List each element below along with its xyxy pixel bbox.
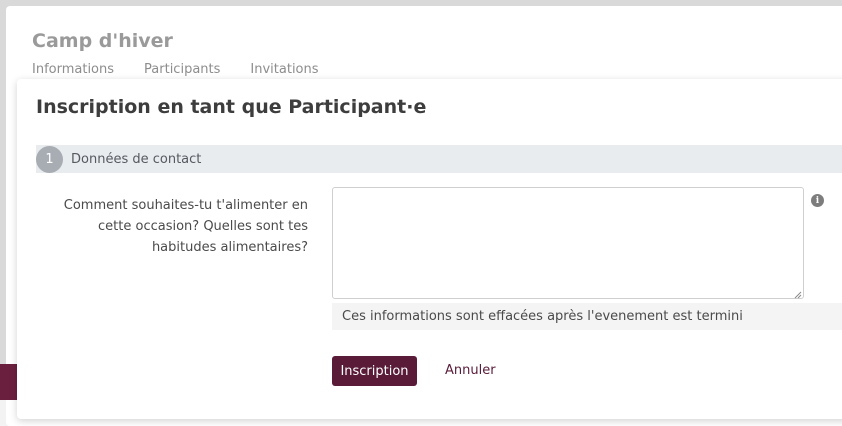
registration-modal: Inscription en tant que Participant·e 1 … [17, 79, 842, 419]
cancel-button[interactable]: Annuler [437, 360, 504, 380]
diet-field-label: Comment souhaites-tu t'alimenter en cett… [63, 198, 308, 255]
tab-invitations[interactable]: Invitations [250, 62, 318, 77]
modal-title: Inscription en tant que Participant·e [36, 96, 427, 118]
resize-grip-icon[interactable] [793, 290, 802, 299]
diet-textarea[interactable] [332, 187, 804, 299]
background-tabs: Informations Participants Invitations [32, 62, 349, 77]
step-number-badge: 1 [36, 145, 63, 173]
diet-help-text: Ces informations sont effacées après l'e… [332, 303, 842, 330]
step-label: Données de contact [71, 151, 202, 167]
submit-button[interactable]: Inscription [332, 356, 417, 386]
info-icon[interactable]: i [811, 194, 824, 207]
step-header: 1 Données de contact [36, 145, 842, 173]
background-page-title: Camp d'hiver [32, 30, 173, 52]
tab-informations[interactable]: Informations [32, 62, 114, 77]
tab-participants[interactable]: Participants [144, 62, 220, 77]
